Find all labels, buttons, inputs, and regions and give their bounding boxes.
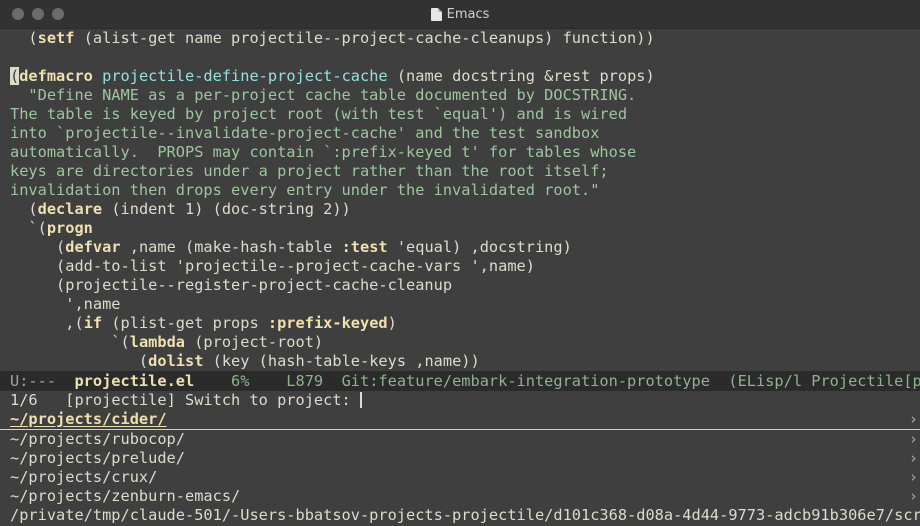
minibuffer-prompt-line[interactable]: 1/6 [projectile] Switch to project:	[0, 391, 920, 410]
code-line: (defmacro projectile-define-project-cach…	[10, 67, 920, 86]
code-text: )	[387, 314, 397, 332]
code-text: (name docstring &rest props)	[387, 67, 655, 85]
modeline-position: 6% L879	[194, 372, 342, 390]
docstring-line: "Define NAME as a per-project cache tabl…	[10, 86, 637, 104]
docstring-line: into `projectile--invalidate-project-cac…	[10, 124, 600, 142]
window-title-text: Emacs	[446, 6, 490, 22]
code-line: ',name	[10, 295, 121, 313]
candidate-item-selected[interactable]: ~/projects/cider/ ›	[0, 410, 920, 430]
candidate-item[interactable]: ~/projects/zenburn-emacs/ ›	[0, 487, 920, 506]
minibuffer-prompt: [projectile] Switch to project:	[37, 391, 360, 409]
window-controls	[12, 8, 64, 20]
modeline-vc-branch[interactable]: Git:feature/embark-integration-prototype	[342, 372, 710, 390]
code-text: ,name (make-hash-table	[120, 238, 342, 256]
candidate-count: 1/6	[10, 391, 38, 409]
candidate-label: ~/projects/rubocop/	[10, 430, 185, 448]
code-text: (indent 1) (doc-string 2))	[102, 200, 351, 218]
code-text: (plist-get props	[102, 314, 268, 332]
modeline-buffer-name[interactable]: projectile.el	[74, 372, 194, 390]
keyword: declare	[37, 200, 103, 218]
docstring-line: automatically. PROPS may contain `:prefi…	[10, 143, 637, 161]
text-cursor	[359, 392, 362, 408]
code-text: 'equal) ,docstring)	[387, 238, 572, 256]
docstring-line: invalidation then drops every entry unde…	[10, 181, 600, 199]
code-line: (setf (alist-get name projectile--projec…	[10, 29, 920, 48]
code-line: (declare (indent 1) (doc-string 2))	[10, 200, 920, 219]
docstring-line: The table is keyed by project root (with…	[10, 105, 628, 123]
code-line: `(progn	[10, 219, 920, 238]
candidate-label: ~/projects/crux/	[10, 468, 158, 486]
keyword: defmacro	[19, 67, 93, 85]
chevron-right-icon: ›	[908, 468, 918, 486]
code-text: (	[10, 352, 149, 370]
chevron-right-icon: ›	[908, 487, 918, 505]
candidate-label: ~/projects/zenburn-emacs/	[10, 487, 241, 505]
zoom-window-button[interactable]	[52, 8, 64, 20]
docstring-line: keys are directories under a project rat…	[10, 162, 609, 180]
code-text: (project-root)	[185, 333, 324, 351]
code-text: `(	[10, 333, 130, 351]
code-text: (alist-get name projectile--project-cach…	[74, 29, 655, 47]
code-line: (add-to-list 'projectile--project-cache-…	[10, 257, 535, 275]
point-cursor: (	[10, 67, 20, 85]
mode-line[interactable]: U:--- projectile.el 6% L879 Git:feature/…	[0, 371, 920, 391]
title-bar: Emacs	[0, 0, 920, 29]
keyword: :test	[341, 238, 388, 256]
candidate-label: /private/tmp/claude-501/-Users-bbatsov-p…	[10, 506, 920, 524]
candidate-label: ~/projects/cider/	[10, 410, 167, 428]
code-text: (	[10, 200, 38, 218]
code-text: (	[10, 29, 38, 47]
code-line: ,(if (plist-get props :prefix-keyed)	[10, 314, 920, 333]
candidate-item[interactable]: ~/projects/prelude/ ›	[0, 449, 920, 468]
keyword: if	[83, 314, 103, 332]
candidate-item[interactable]: /private/tmp/claude-501/-Users-bbatsov-p…	[0, 506, 920, 525]
minibuffer[interactable]: 1/6 [projectile] Switch to project: ~/pr…	[0, 391, 920, 525]
candidate-label: ~/projects/prelude/	[10, 449, 185, 467]
code-line: (projectile--register-project-cache-clea…	[10, 276, 453, 294]
chevron-right-icon: ›	[908, 410, 918, 428]
minimize-window-button[interactable]	[32, 8, 44, 20]
code-buffer[interactable]: (setf (alist-get name projectile--projec…	[10, 29, 920, 371]
keyword: dolist	[148, 352, 204, 370]
code-line: (defvar ,name (make-hash-table :test 'eq…	[10, 238, 920, 257]
code-line: (dolist (key (hash-table-keys ,name))	[10, 352, 920, 371]
document-icon	[430, 7, 442, 21]
candidate-item[interactable]: ~/projects/crux/ ›	[0, 468, 920, 487]
close-window-button[interactable]	[12, 8, 24, 20]
code-line: `(lambda (project-root)	[10, 333, 920, 352]
keyword: lambda	[129, 333, 185, 351]
keyword: :prefix-keyed	[267, 314, 388, 332]
candidate-item[interactable]: ~/projects/rubocop/ ›	[0, 430, 920, 449]
chevron-right-icon: ›	[908, 430, 918, 448]
modeline-modes[interactable]: (ELisp/l Projectile[pro	[710, 372, 920, 390]
keyword: defvar	[65, 238, 121, 256]
function-name: projectile-define-project-cache	[102, 67, 388, 85]
modeline-status: U:---	[10, 372, 75, 390]
keyword: progn	[46, 219, 93, 237]
keyword: setf	[37, 29, 75, 47]
code-text: `(	[10, 219, 47, 237]
chevron-right-icon: ›	[908, 449, 918, 467]
window-title: Emacs	[430, 6, 490, 22]
code-text: ,(	[10, 314, 84, 332]
code-text: (key (hash-table-keys ,name))	[203, 352, 480, 370]
code-text: (	[10, 238, 66, 256]
